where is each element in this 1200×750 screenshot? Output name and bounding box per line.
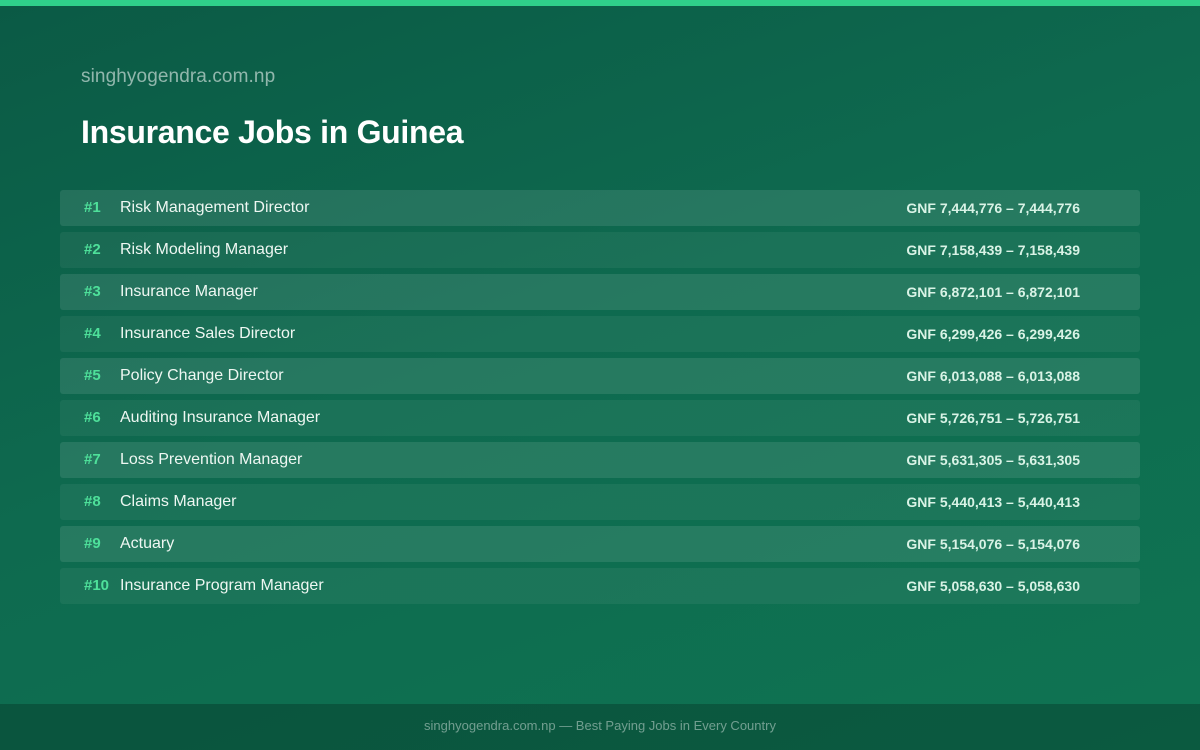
job-row: #9 Actuary GNF 5,154,076 – 5,154,076 [60, 526, 1140, 562]
salary-range: GNF 7,444,776 – 7,444,776 [906, 200, 1080, 216]
job-row: #5 Policy Change Director GNF 6,013,088 … [60, 358, 1140, 394]
rank-number: #6 [84, 409, 101, 426]
salary-range: GNF 5,154,076 – 5,154,076 [906, 536, 1080, 552]
salary-range: GNF 5,631,305 – 5,631,305 [906, 452, 1080, 468]
job-row: #3 Insurance Manager GNF 6,872,101 – 6,8… [60, 274, 1140, 310]
rank-number: #7 [84, 451, 101, 468]
job-row: #7 Loss Prevention Manager GNF 5,631,305… [60, 442, 1140, 478]
job-title: Loss Prevention Manager [120, 451, 303, 468]
salary-range: GNF 5,058,630 – 5,058,630 [906, 578, 1080, 594]
page-title: Insurance Jobs in Guinea [81, 114, 464, 150]
job-row: #10 Insurance Program Manager GNF 5,058,… [60, 568, 1140, 604]
job-title: Risk Management Director [120, 199, 310, 216]
job-title: Auditing Insurance Manager [120, 409, 321, 426]
job-row: #6 Auditing Insurance Manager GNF 5,726,… [60, 400, 1140, 436]
job-title: Claims Manager [120, 493, 237, 510]
job-row: #4 Insurance Sales Director GNF 6,299,42… [60, 316, 1140, 352]
job-ranking-list: #1 Risk Management Director GNF 7,444,77… [60, 190, 1140, 610]
rank-number: #10 [84, 577, 110, 594]
top-accent-bar [0, 0, 1200, 6]
job-row: #2 Risk Modeling Manager GNF 7,158,439 –… [60, 232, 1140, 268]
rank-number: #8 [84, 493, 101, 510]
job-title: Insurance Manager [120, 283, 258, 300]
rank-number: #2 [84, 241, 101, 258]
job-title: Policy Change Director [120, 367, 284, 384]
job-title: Risk Modeling Manager [120, 241, 289, 258]
job-row: #1 Risk Management Director GNF 7,444,77… [60, 190, 1140, 226]
job-title: Insurance Program Manager [120, 577, 324, 594]
footer-text: singhyogendra.com.np — Best Paying Jobs … [424, 718, 776, 733]
footer-bar: singhyogendra.com.np — Best Paying Jobs … [0, 704, 1200, 750]
salary-range: GNF 5,440,413 – 5,440,413 [906, 494, 1080, 510]
salary-range: GNF 6,299,426 – 6,299,426 [906, 326, 1080, 342]
rank-number: #5 [84, 367, 101, 384]
salary-range: GNF 7,158,439 – 7,158,439 [906, 242, 1080, 258]
salary-range: GNF 6,872,101 – 6,872,101 [906, 284, 1080, 300]
site-label: singhyogendra.com.np [81, 66, 276, 87]
job-title: Insurance Sales Director [120, 325, 296, 342]
salary-range: GNF 5,726,751 – 5,726,751 [906, 410, 1080, 426]
rank-number: #1 [84, 199, 101, 216]
salary-range: GNF 6,013,088 – 6,013,088 [906, 368, 1080, 384]
rank-number: #3 [84, 283, 101, 300]
rank-number: #4 [84, 325, 101, 342]
job-title: Actuary [120, 535, 175, 552]
job-row: #8 Claims Manager GNF 5,440,413 – 5,440,… [60, 484, 1140, 520]
rank-number: #9 [84, 535, 101, 552]
